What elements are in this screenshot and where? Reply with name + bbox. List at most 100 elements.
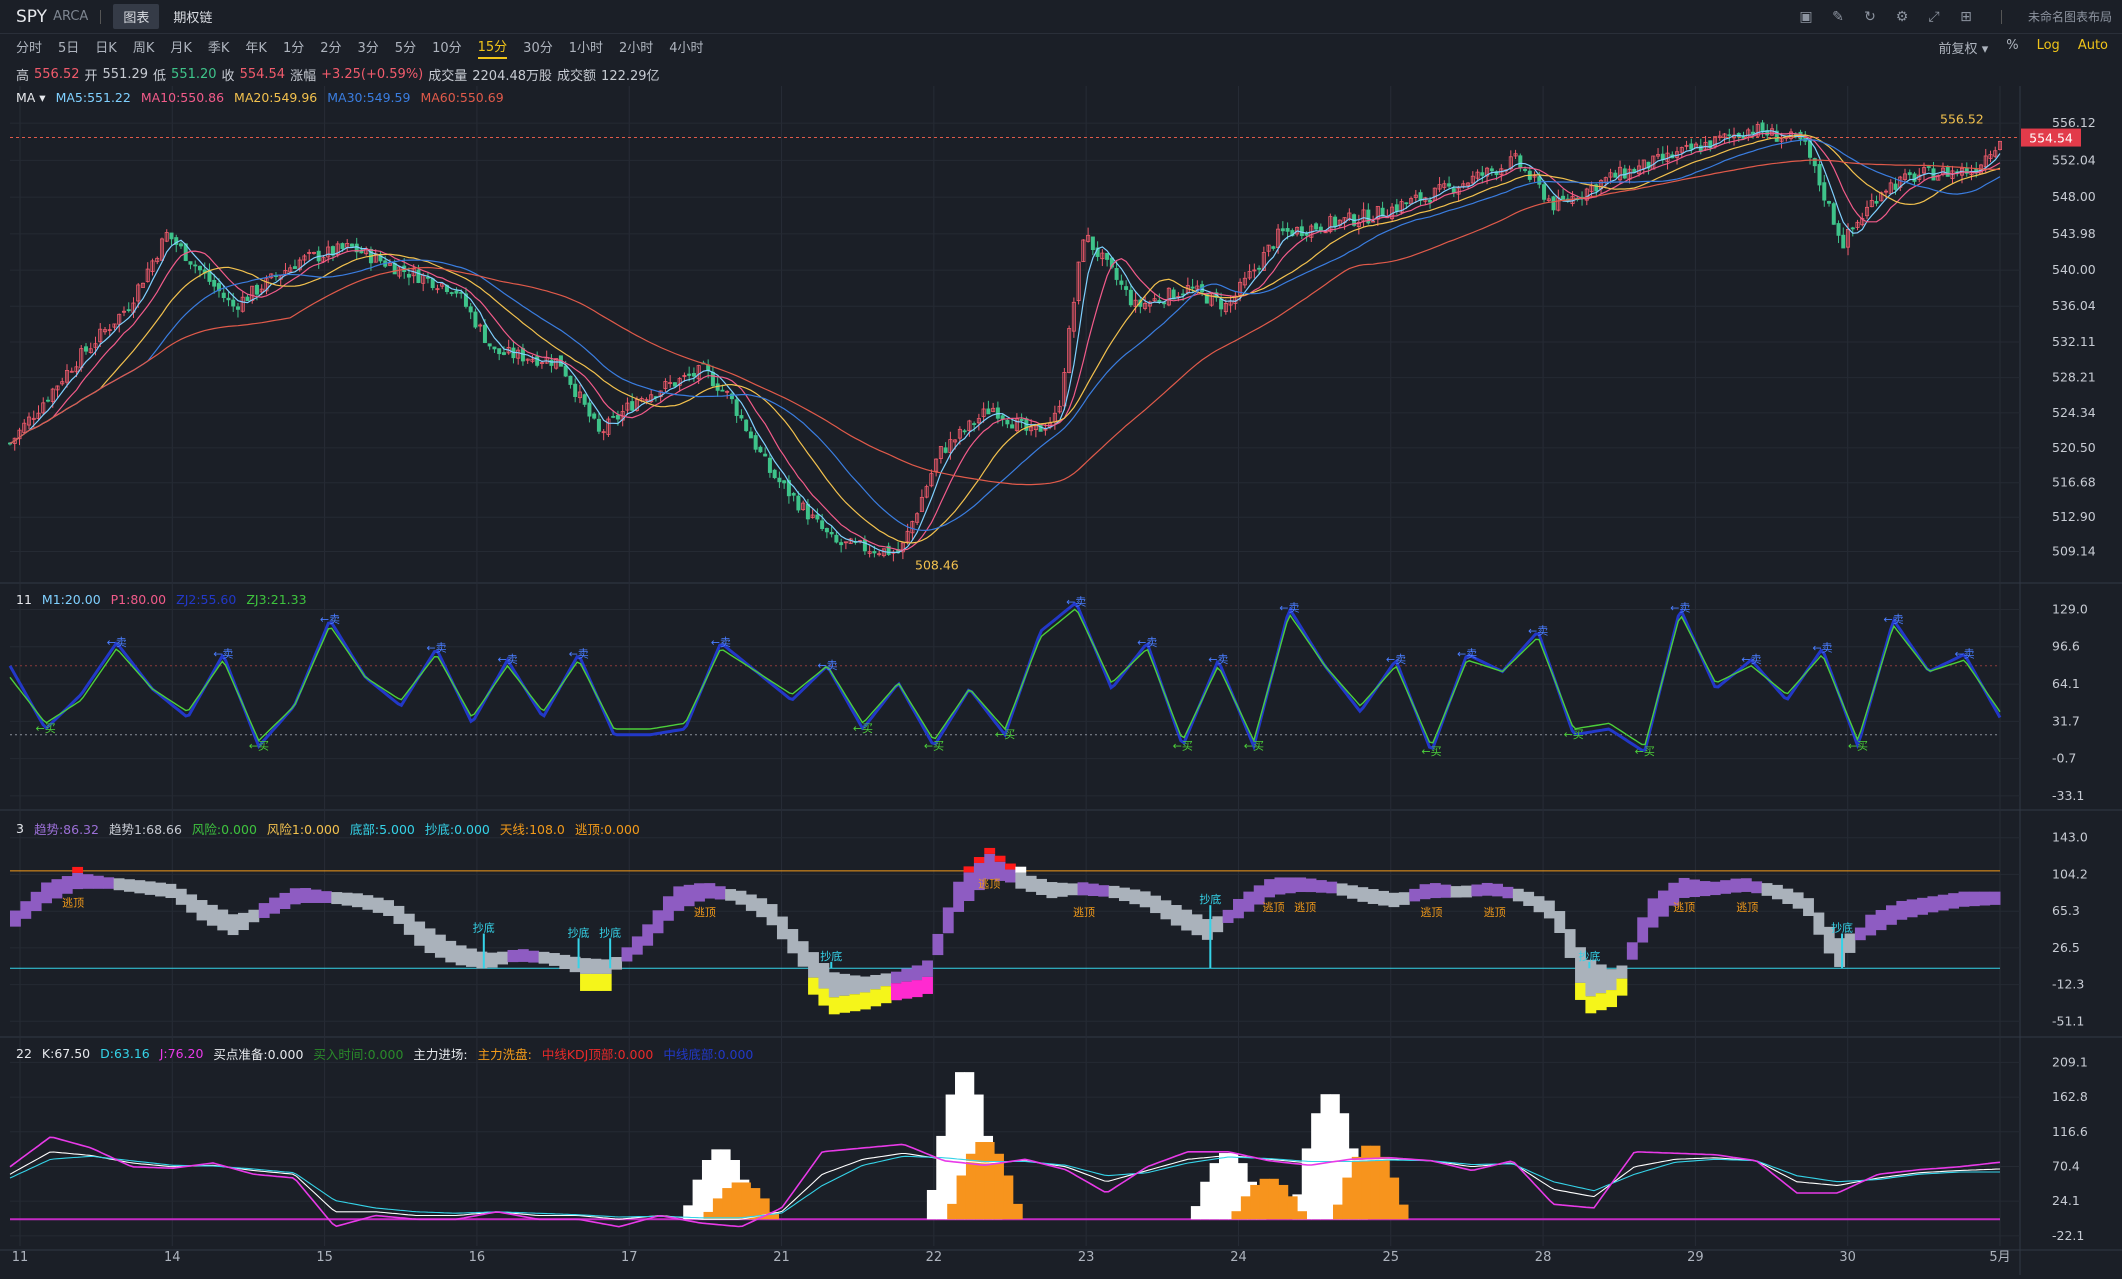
trend-ribbon-bar (548, 953, 560, 966)
period-30m[interactable]: 30分 (523, 37, 553, 58)
period-monthly[interactable]: 月K (170, 37, 192, 58)
candle-body (430, 278, 435, 289)
trend-ribbon-bar (1751, 881, 1763, 894)
ma-title[interactable]: MA ▾ (16, 90, 46, 105)
candle-body (1285, 228, 1290, 232)
trend-ribbon-bar (1937, 894, 1949, 911)
candle-body (720, 389, 725, 392)
percent-toggle[interactable]: % (2006, 38, 2018, 57)
candle-body (739, 415, 744, 419)
candle-body (1689, 143, 1694, 150)
period-daily[interactable]: 日K (95, 37, 117, 58)
period-1h[interactable]: 1小时 (569, 37, 603, 58)
candle-body (1271, 246, 1276, 249)
draw-icon[interactable]: ✎ (1829, 9, 1847, 25)
candle-body (416, 269, 421, 283)
adjust-selector[interactable]: 前复权 ▾ (1939, 38, 1989, 57)
osc-buy-marker: ←买 (249, 739, 269, 752)
trend-title[interactable]: 3 (16, 821, 24, 836)
period-intraday[interactable]: 分时 (16, 37, 42, 58)
period-1m[interactable]: 1分 (283, 37, 304, 58)
legend-trend: 3 趋势:86.32 趋势1:68.66 风险:0.000 风险1:0.000 … (16, 819, 640, 838)
y-tick-label: -51.1 (2052, 1013, 2084, 1028)
period-5m[interactable]: 5分 (395, 37, 416, 58)
kdj-orange-block (984, 1142, 995, 1220)
candle-body (862, 539, 867, 552)
chart-area[interactable]: 11 14 15 16 17 21 22 23 24 25 28 29 30 5月 556.12 552.04… (0, 86, 2122, 1275)
candle-body (1827, 201, 1832, 204)
trend-escape-label: 逃顶 (978, 877, 1000, 890)
trend-ribbon-bar (206, 904, 218, 926)
osc-buy-marker: ←买 (36, 722, 56, 735)
candle-body (449, 292, 454, 294)
screenshot-icon[interactable]: ▣ (1797, 9, 1815, 25)
candle-body (1010, 424, 1015, 429)
period-weekly[interactable]: 周K (133, 37, 155, 58)
trend-top-cap (984, 847, 996, 854)
x-tick-label: 28 (1535, 1250, 1552, 1265)
kdj-orange-block (722, 1188, 733, 1220)
trend-ribbon-bar (1367, 889, 1379, 904)
osc-title[interactable]: 11 (16, 592, 32, 607)
period-yearly[interactable]: 年K (245, 37, 267, 58)
candle-body (748, 431, 753, 439)
period-5d[interactable]: 5日 (58, 37, 79, 58)
auto-toggle[interactable]: Auto (2078, 38, 2108, 57)
trend-ribbon-bar (1264, 879, 1275, 898)
trend-ribbon-bar (538, 951, 550, 964)
log-toggle[interactable]: Log (2037, 38, 2060, 57)
period-15m[interactable]: 15分 (477, 36, 508, 59)
trend-ribbon-bar (455, 945, 467, 966)
candle-body (753, 435, 758, 450)
trend-ribbon-bar (61, 876, 73, 894)
tab-option-chain[interactable]: 期权链 (163, 4, 222, 29)
osc-sell-marker: ←卖 (1137, 636, 1157, 649)
trend-ribbon-bar (1834, 938, 1846, 967)
trend-ribbon-bar (1471, 884, 1483, 897)
candle-body (1613, 172, 1618, 178)
y-tick-label: 162.8 (2052, 1089, 2088, 1104)
trend-ribbon-bar (1927, 896, 1939, 913)
trend-ribbon-bar (1284, 877, 1296, 894)
trend-ribbon-bar (1440, 884, 1452, 898)
kdj-white-block (1311, 1113, 1322, 1220)
quote-bar: 高 556.52 开 551.29 低 551.20 收 554.54 涨幅 +… (0, 62, 2122, 86)
kdj-title[interactable]: 22 (16, 1046, 32, 1061)
legend-main-wash: 主力洗盘: (477, 1047, 532, 1062)
y-tick-label: 24.1 (2052, 1193, 2080, 1208)
kdj-orange-block (1370, 1145, 1381, 1220)
grid-layout-icon[interactable]: ⊞ (1957, 9, 1975, 25)
y-tick-label: 520.50 (2052, 440, 2096, 455)
amount-value: 122.29亿 (601, 68, 660, 84)
chart-svg[interactable]: 11 14 15 16 17 21 22 23 24 25 28 29 30 5月 556.12 552.04… (0, 86, 2122, 1275)
legend-kdj-bottom: 中线底部:0.000 (663, 1047, 754, 1062)
trend-top-cap (72, 866, 84, 873)
trend-ribbon-bar (1191, 914, 1203, 936)
trend-ribbon-bar (642, 924, 654, 946)
period-10m[interactable]: 10分 (432, 37, 462, 58)
change-value: +3.25(+0.59%) (321, 66, 424, 82)
period-quarterly[interactable]: 季K (208, 37, 230, 58)
legend-main-enter: 主力进场: (413, 1047, 468, 1062)
period-2m[interactable]: 2分 (320, 37, 341, 58)
refresh-icon[interactable]: ↻ (1861, 9, 1879, 25)
layout-selector[interactable]: 未命名图表布局 (2028, 8, 2112, 25)
candle-body (596, 418, 601, 432)
y-tick-label: 70.4 (2052, 1158, 2080, 1173)
period-2h[interactable]: 2小时 (619, 37, 653, 58)
pane-bg-3 (0, 1038, 2122, 1248)
trend-ribbon-bar (269, 897, 280, 914)
fullscreen-icon[interactable]: ⤢ (1925, 9, 1943, 25)
trend-ribbon-bar (124, 879, 135, 892)
trend-ribbon-bar (1181, 909, 1193, 931)
current-price-label: 554.54 (2029, 131, 2073, 146)
candle-body (492, 346, 497, 350)
gear-icon[interactable]: ⚙ (1893, 9, 1911, 25)
x-tick-label: 11 (12, 1250, 29, 1265)
period-4h[interactable]: 4小时 (669, 37, 703, 58)
top-bar: SPY ARCA 图表 期权链 ▣ ✎ ↻ ⚙ ⤢ ⊞ 未命名图表布局 (0, 0, 2122, 34)
period-3m[interactable]: 3分 (358, 37, 379, 58)
trend-ribbon-bar (1699, 881, 1711, 897)
candle-body (1836, 223, 1841, 236)
tab-chart[interactable]: 图表 (113, 4, 160, 29)
